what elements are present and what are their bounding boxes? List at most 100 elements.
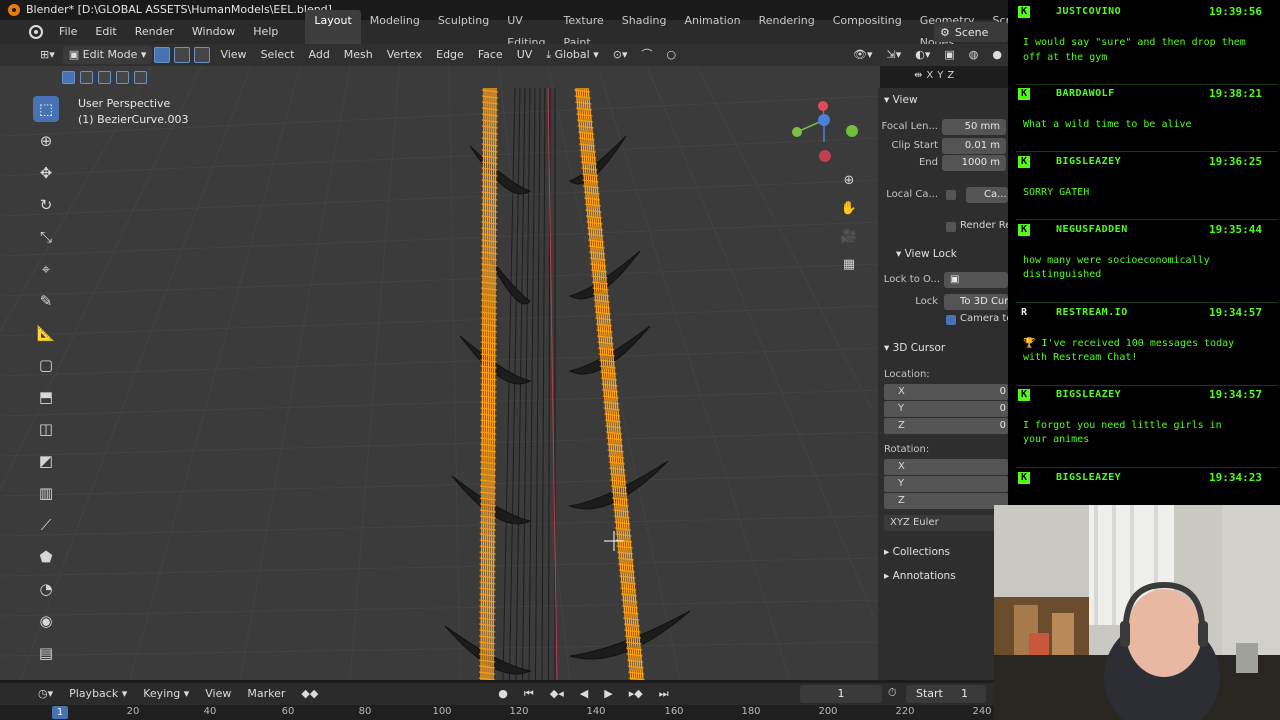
cursor-section-header[interactable]: ▾ 3D Cursor bbox=[884, 342, 945, 354]
zoom-icon[interactable]: ⊕ bbox=[839, 170, 859, 190]
grid-icon[interactable]: ▦ bbox=[839, 254, 859, 274]
jump-start-icon[interactable]: ⏮ bbox=[518, 685, 540, 703]
view-lock-header[interactable]: ▾ View Lock bbox=[896, 248, 957, 260]
menu-add[interactable]: Add bbox=[303, 46, 336, 64]
timeline-ruler[interactable]: 1 20 40 60 80 100 120 140 160 180 200 22… bbox=[0, 705, 1008, 720]
annotate-tool-icon[interactable]: ✎ bbox=[33, 288, 59, 314]
menu-help[interactable]: Help bbox=[244, 20, 287, 44]
xray-icon[interactable]: ▣ bbox=[938, 46, 960, 64]
rotation-mode-dropdown[interactable]: XYZ Euler bbox=[884, 515, 1008, 531]
select-subtract-icon[interactable] bbox=[98, 71, 111, 84]
current-frame-field[interactable]: 1 bbox=[800, 685, 882, 703]
gizmo-toggle-icon[interactable]: ⇲▾ bbox=[881, 46, 908, 64]
select-new-icon[interactable] bbox=[62, 71, 75, 84]
select-box-tool-icon[interactable]: ⬚ bbox=[33, 96, 59, 122]
cursor-tool-icon[interactable]: ⊕ bbox=[33, 128, 59, 154]
select-invert-icon[interactable] bbox=[116, 71, 129, 84]
orientation-dropdown[interactable]: ⤓ Global ▾ bbox=[540, 46, 604, 64]
annotations-header[interactable]: ▸ Annotations bbox=[884, 570, 956, 582]
navigation-gizmo[interactable] bbox=[786, 98, 866, 168]
render-region-checkbox[interactable] bbox=[946, 222, 956, 232]
axis-z-toggle[interactable]: Z bbox=[947, 70, 954, 81]
edge-slide-tool-icon[interactable]: ▤ bbox=[33, 640, 59, 666]
blender-menu-icon[interactable] bbox=[29, 25, 43, 39]
cursor-rotation-x[interactable]: X bbox=[884, 459, 1008, 475]
prev-key-icon[interactable]: ◆◂ bbox=[544, 685, 570, 703]
pan-hand-icon[interactable]: ✋ bbox=[839, 198, 859, 218]
camera-icon[interactable]: 🎥 bbox=[839, 226, 859, 246]
lock-object-field[interactable]: ▣ bbox=[944, 272, 1008, 288]
smooth-tool-icon[interactable]: ◉ bbox=[33, 608, 59, 634]
playback-menu[interactable]: Playback ▾ bbox=[63, 685, 133, 703]
loop-cut-tool-icon[interactable]: ▥ bbox=[33, 480, 59, 506]
camera-to-view-checkbox[interactable] bbox=[946, 315, 956, 325]
cursor-location-z[interactable]: Z0 bbox=[884, 418, 1008, 434]
shading-wireframe-icon[interactable]: ◍ bbox=[963, 46, 985, 64]
snap-icon[interactable]: ⌒ bbox=[636, 46, 659, 64]
inset-tool-icon[interactable]: ◫ bbox=[33, 416, 59, 442]
menu-vertex[interactable]: Vertex bbox=[381, 46, 428, 64]
cursor-location-x[interactable]: X0 bbox=[884, 384, 1008, 400]
menu-face[interactable]: Face bbox=[472, 46, 509, 64]
collections-header[interactable]: ▸ Collections bbox=[884, 546, 950, 558]
transform-tool-icon[interactable]: ⌖ bbox=[33, 256, 59, 282]
marker-menu[interactable]: Marker bbox=[241, 685, 291, 703]
play-icon[interactable]: ▶ bbox=[598, 685, 618, 703]
overlay-toggle-icon[interactable]: ◐▾ bbox=[909, 46, 936, 64]
cursor-rotation-y[interactable]: Y bbox=[884, 476, 1008, 492]
timeline-view-menu[interactable]: View bbox=[199, 685, 237, 703]
select-extend-icon[interactable] bbox=[80, 71, 93, 84]
extrude-tool-icon[interactable]: ⬒ bbox=[33, 384, 59, 410]
editor-type-icon[interactable]: ⊞▾ bbox=[34, 46, 61, 64]
menu-uv[interactable]: UV bbox=[511, 46, 539, 64]
start-frame-field[interactable]: Start 1 bbox=[906, 685, 986, 703]
cursor-location-y[interactable]: Y0 bbox=[884, 401, 1008, 417]
menu-file[interactable]: File bbox=[50, 20, 86, 44]
focal-length-field[interactable]: 50 mm bbox=[942, 119, 1006, 135]
menu-view[interactable]: View bbox=[214, 46, 252, 64]
menu-mesh[interactable]: Mesh bbox=[338, 46, 379, 64]
stopwatch-icon[interactable]: ⏱ bbox=[888, 686, 897, 700]
menu-window[interactable]: Window bbox=[183, 20, 244, 44]
measure-tool-icon[interactable]: 📐 bbox=[33, 320, 59, 346]
axis-x-toggle[interactable]: X bbox=[926, 70, 933, 81]
scene-selector[interactable]: ⚙ Scene bbox=[934, 22, 1008, 42]
lock-to-cursor-toggle[interactable]: To 3D Curs bbox=[944, 294, 1008, 310]
local-camera-checkbox[interactable] bbox=[946, 190, 956, 200]
clip-start-field[interactable]: 0.01 m bbox=[942, 138, 1006, 154]
scale-tool-icon[interactable]: ⤡ bbox=[33, 224, 59, 250]
3d-viewport[interactable] bbox=[0, 66, 880, 680]
axis-y-toggle[interactable]: Y bbox=[937, 70, 943, 81]
menu-render[interactable]: Render bbox=[126, 20, 183, 44]
add-cube-tool-icon[interactable]: ▢ bbox=[33, 352, 59, 378]
poly-build-tool-icon[interactable]: ⬟ bbox=[33, 544, 59, 570]
visibility-icon[interactable]: 👁▾ bbox=[847, 46, 879, 64]
keying-menu[interactable]: Keying ▾ bbox=[137, 685, 195, 703]
bevel-tool-icon[interactable]: ◩ bbox=[33, 448, 59, 474]
play-reverse-icon[interactable]: ◀ bbox=[574, 685, 594, 703]
menu-select[interactable]: Select bbox=[255, 46, 301, 64]
knife-tool-icon[interactable]: ⟋ bbox=[33, 512, 59, 538]
mode-dropdown[interactable]: ▣ Edit Mode ▾ bbox=[62, 46, 153, 64]
menu-edge[interactable]: Edge bbox=[430, 46, 470, 64]
face-select-icon[interactable] bbox=[194, 47, 211, 63]
playhead[interactable]: 1 bbox=[52, 706, 68, 719]
local-camera-field[interactable]: Ca... bbox=[966, 187, 1008, 203]
record-icon[interactable]: ● bbox=[492, 685, 514, 703]
edge-select-icon[interactable] bbox=[174, 47, 191, 63]
proportional-edit-icon[interactable]: ○ bbox=[661, 46, 683, 64]
timeline-editor-icon[interactable]: ◷▾ bbox=[32, 685, 59, 703]
next-key-icon[interactable]: ▸◆ bbox=[623, 685, 649, 703]
rotate-tool-icon[interactable]: ↻ bbox=[33, 192, 59, 218]
vertex-select-icon[interactable] bbox=[154, 47, 171, 63]
keyframe-nav-icon[interactable]: ◆◆ bbox=[295, 685, 324, 703]
clip-end-field[interactable]: 1000 m bbox=[942, 155, 1006, 171]
cursor-rotation-z[interactable]: Z bbox=[884, 493, 1008, 509]
shading-solid-icon[interactable]: ● bbox=[986, 46, 1008, 64]
menu-edit[interactable]: Edit bbox=[86, 20, 125, 44]
pivot-icon[interactable]: ⊙▾ bbox=[607, 46, 634, 64]
move-tool-icon[interactable]: ✥ bbox=[33, 160, 59, 186]
spin-tool-icon[interactable]: ◔ bbox=[33, 576, 59, 602]
view-section-header[interactable]: ▾ View bbox=[884, 94, 918, 106]
jump-end-icon[interactable]: ⏭ bbox=[653, 685, 675, 703]
